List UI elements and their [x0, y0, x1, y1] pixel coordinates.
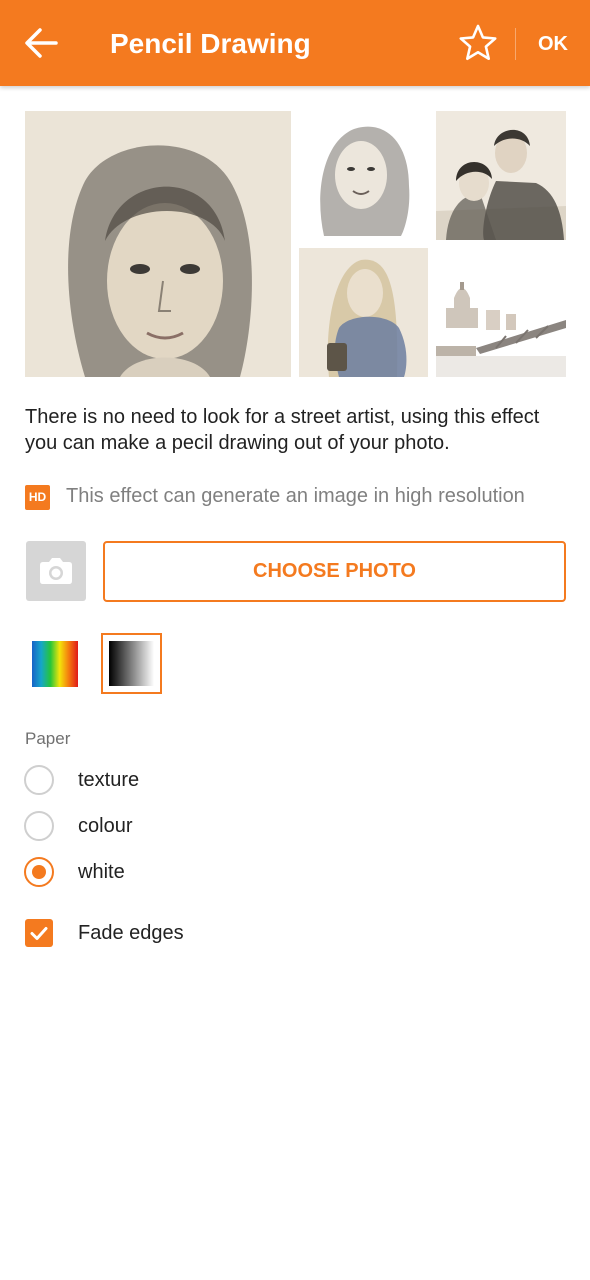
- arrow-left-icon: [25, 28, 58, 58]
- bw-gradient: [109, 641, 154, 686]
- radio-label: colour: [78, 815, 133, 837]
- appbar-divider: [515, 28, 516, 60]
- radio-button[interactable]: [24, 765, 54, 795]
- paper-option-texture[interactable]: texture: [24, 765, 324, 797]
- choose-photo-button[interactable]: CHOOSE PHOTO: [103, 541, 566, 602]
- favorite-button[interactable]: [456, 21, 500, 65]
- page-title: Pencil Drawing: [110, 28, 311, 59]
- camera-icon: [40, 558, 72, 584]
- app-bar: Pencil Drawing OK: [0, 0, 590, 86]
- example-image-city-cathedral: [436, 248, 566, 377]
- example-image-girl-portrait: [299, 111, 428, 240]
- radio-button-checked[interactable]: [24, 857, 54, 887]
- ok-button[interactable]: OK: [530, 30, 576, 58]
- radio-button[interactable]: [24, 811, 54, 841]
- camera-button[interactable]: [26, 541, 86, 601]
- paper-section-label: Paper: [25, 729, 71, 748]
- bw-mode-swatch-selected[interactable]: [101, 633, 162, 694]
- star-outline-icon: [459, 24, 497, 60]
- radio-label: texture: [78, 769, 140, 791]
- paper-option-white[interactable]: white: [24, 857, 324, 889]
- example-image-woman-portrait: [25, 111, 291, 377]
- example-image-woman-scarf: [299, 248, 428, 377]
- paper-option-colour[interactable]: colour: [24, 811, 324, 843]
- hd-info-row: HD This effect can generate an image in …: [25, 482, 570, 510]
- fade-edges-option[interactable]: Fade edges: [25, 919, 325, 949]
- back-button[interactable]: [20, 21, 64, 65]
- fade-edges-label: Fade edges: [78, 922, 184, 944]
- hd-icon: HD: [25, 485, 50, 510]
- radio-label: white: [78, 861, 125, 883]
- color-mode-swatch[interactable]: [32, 641, 78, 687]
- checkmark-icon: [30, 927, 48, 940]
- hd-info-text: This effect can generate an image in hig…: [66, 485, 525, 507]
- checkbox-checked[interactable]: [25, 919, 53, 947]
- effect-description: There is no need to look for a street ar…: [25, 406, 540, 454]
- example-image-couple: [436, 111, 566, 240]
